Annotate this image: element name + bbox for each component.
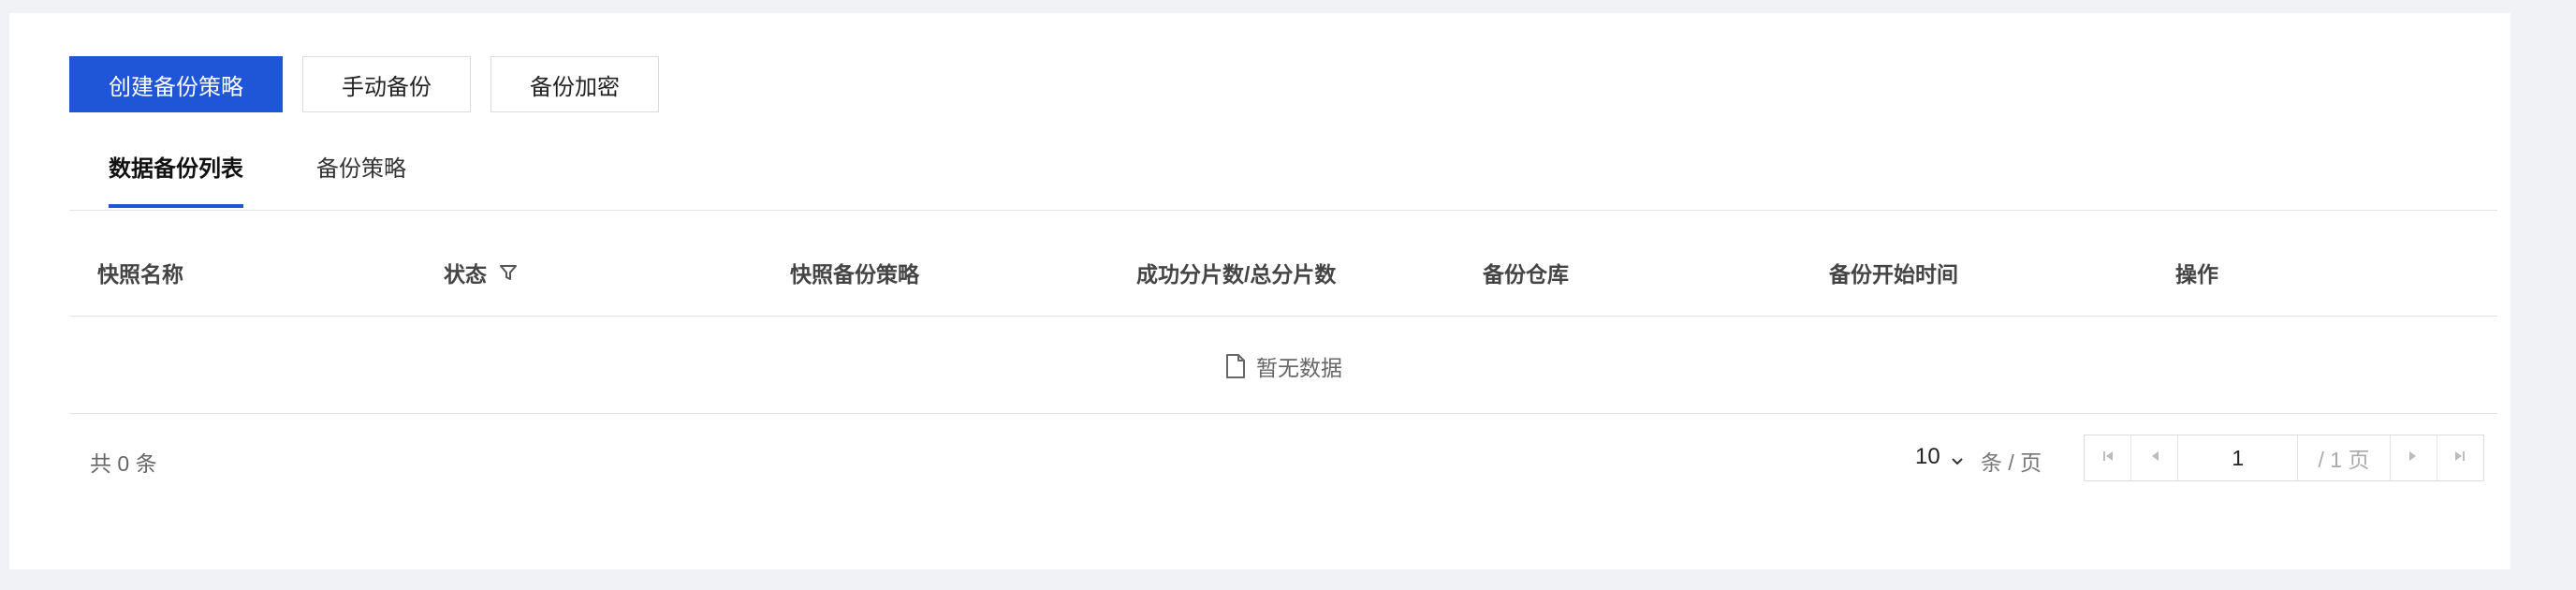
column-header-status[interactable]: 状态 (444, 257, 519, 288)
tab-backup-list[interactable]: 数据备份列表 (109, 152, 243, 208)
tab-backup-policy[interactable]: 备份策略 (316, 152, 406, 208)
empty-text: 暂无数据 (1256, 356, 1342, 380)
create-backup-policy-button[interactable]: 创建备份策略 (69, 56, 283, 112)
empty-state: 暂无数据 (69, 350, 2497, 382)
table-header: 快照名称 状态 快照备份策略 成功分片数/总分片数 备份仓库 备份开始时间 操作 (69, 221, 2497, 317)
per-page-label: 条 / 页 (1981, 450, 2042, 475)
first-page-button[interactable] (2085, 435, 2132, 480)
document-icon (1224, 353, 1247, 379)
first-page-icon (2100, 449, 2115, 468)
page-number-input[interactable] (2178, 435, 2299, 480)
backup-panel: 创建备份策略 手动备份 备份加密 数据备份列表 备份策略 快照名称 状态 快照备… (9, 13, 2510, 569)
total-count: 共 0 条 (90, 451, 157, 476)
last-page-button[interactable] (2437, 435, 2483, 480)
page-size-value: 10 (1915, 444, 1940, 469)
filter-icon[interactable] (498, 262, 519, 283)
last-page-icon (2452, 449, 2467, 468)
column-header-snapshot-name[interactable]: 快照名称 (97, 257, 183, 288)
prev-page-button[interactable] (2131, 435, 2179, 480)
column-header-shard-count[interactable]: 成功分片数/总分片数 (1136, 257, 1336, 288)
prev-page-icon (2147, 449, 2162, 468)
column-header-actions: 操作 (2175, 262, 2218, 287)
column-header-start-time[interactable]: 备份开始时间 (1829, 257, 1958, 288)
manual-backup-button[interactable]: 手动备份 (302, 56, 471, 112)
toolbar: 创建备份策略 手动备份 备份加密 (69, 56, 659, 112)
column-header-repository[interactable]: 备份仓库 (1483, 257, 1569, 288)
tab-bar: 数据备份列表 备份策略 (69, 152, 2497, 211)
page-navigator: / 1 页 (2084, 435, 2484, 481)
pagination: 共 0 条 10 条 / 页 / 1 页 (69, 435, 2497, 481)
page-size-select[interactable]: 10 (1915, 444, 1965, 470)
column-header-snapshot-policy[interactable]: 快照备份策略 (790, 257, 919, 288)
empty-row: 暂无数据 (69, 317, 2497, 414)
next-page-button[interactable] (2391, 435, 2437, 480)
next-page-icon (2406, 449, 2421, 468)
backup-encryption-button[interactable]: 备份加密 (490, 56, 659, 112)
total-pages: / 1 页 (2298, 435, 2391, 480)
chevron-down-icon (1950, 450, 1965, 465)
